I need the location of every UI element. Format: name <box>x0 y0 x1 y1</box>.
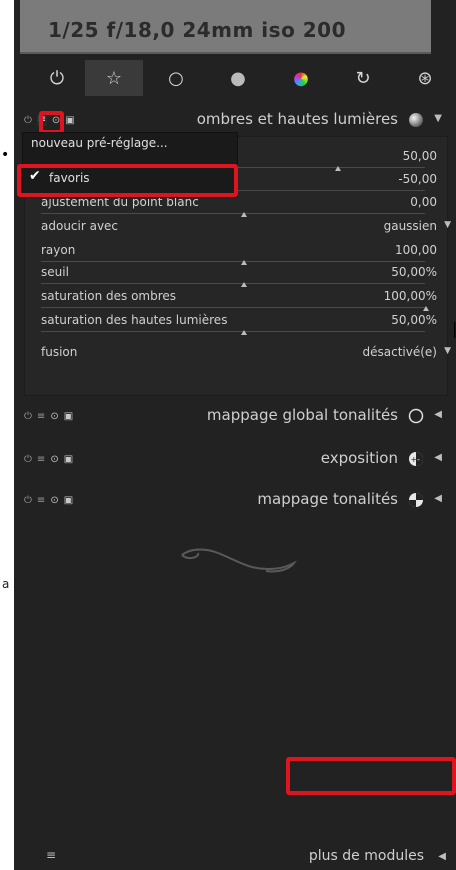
slider-track <box>41 283 425 284</box>
param-value: -50,00 <box>398 172 437 186</box>
expand-arrow-icon[interactable]: ◀ <box>434 409 442 420</box>
edge-mark: | <box>452 319 456 338</box>
slider-track <box>41 307 425 308</box>
tab-color[interactable]: ● <box>272 60 330 96</box>
image-info-bar: 1/25 f/18,0 24mm iso 200 <box>20 0 431 54</box>
param-value: 100,00% <box>383 289 437 303</box>
param-shadow-saturation[interactable]: saturation des ombres 100,00% <box>41 287 437 311</box>
collapse-arrow-icon[interactable]: ▼ <box>434 113 442 124</box>
tab-tone[interactable]: ● <box>209 60 267 96</box>
power-icon[interactable]: ⏻ <box>24 411 32 422</box>
menu-icon[interactable]: ≡ <box>46 848 56 862</box>
rotate-icon: ↻ <box>355 67 371 89</box>
param-highlight-saturation[interactable]: saturation des hautes lumières 50,00% <box>41 311 437 335</box>
module-header-global-tonemap[interactable]: ⏻ ≡ ⊙ ▣ mappage global tonalités ◀ <box>24 402 446 430</box>
highlight-presets-button <box>39 111 64 134</box>
effect-icon: ⊛ <box>417 67 433 89</box>
sphere-icon <box>409 113 423 127</box>
dropdown-arrow-icon: ▼ <box>444 220 451 230</box>
multi-instance-icon[interactable]: ▣ <box>65 115 74 126</box>
power-icon: ⏻ <box>49 67 65 89</box>
highlight-favorites-item <box>17 164 238 197</box>
svg-text:-: - <box>417 455 420 464</box>
dropdown-arrow-icon: ▼ <box>444 346 451 356</box>
circle-icon <box>408 408 424 424</box>
module-name: ombres et hautes lumières <box>196 110 398 128</box>
edge-mark: • <box>1 147 10 163</box>
param-radius[interactable]: rayon 100,00 <box>41 241 437 265</box>
edge-mark: a <box>2 577 10 591</box>
param-label: saturation des ombres <box>41 289 177 303</box>
reset-icon[interactable]: ⊙ <box>50 411 58 422</box>
param-label: adoucir avec <box>41 219 119 233</box>
param-label: saturation des hautes lumières <box>41 313 228 327</box>
power-icon[interactable]: ⏻ <box>24 454 32 465</box>
param-value: 50,00% <box>391 313 437 327</box>
highlight-empty-area <box>286 757 456 795</box>
param-label: seuil <box>41 265 69 279</box>
module-header-exposure[interactable]: ⏻ ≡ ⊙ ▣ exposition + - ◀ <box>24 445 446 473</box>
ornament-divider-icon <box>181 548 297 573</box>
param-value: gaussien <box>383 219 437 233</box>
param-soften-with[interactable]: adoucir avec gaussien ▼ <box>41 217 451 239</box>
module-name: exposition <box>320 449 398 467</box>
module-header-shadows-highlights[interactable]: ⏻ ≡ ⊙ ▣ ombres et hautes lumières ▼ <box>24 106 446 134</box>
expand-arrow-icon[interactable]: ◀ <box>438 851 446 862</box>
reset-icon[interactable]: ⊙ <box>50 454 58 465</box>
slider-track <box>41 213 425 214</box>
menu-item-new-preset[interactable]: nouveau pré-réglage... <box>31 136 168 150</box>
star-icon: ☆ <box>105 67 123 89</box>
reset-icon[interactable]: ⊙ <box>50 495 58 506</box>
param-value: 0,00 <box>410 195 437 209</box>
presets-menu-icon[interactable]: ≡ <box>37 411 45 422</box>
color-sphere-icon: ● <box>293 67 309 89</box>
multi-instance-icon[interactable]: ▣ <box>64 454 73 465</box>
exposure-icon: + - <box>409 452 423 466</box>
slider-track <box>41 331 425 332</box>
module-header-tonemap[interactable]: ⏻ ≡ ⊙ ▣ mappage tonalités ◀ <box>24 486 446 514</box>
presets-menu-icon[interactable]: ≡ <box>37 454 45 465</box>
param-label: rayon <box>41 243 76 257</box>
gray-sphere-icon: ● <box>230 67 246 89</box>
module-name: mappage tonalités <box>257 490 398 508</box>
slider-thumb[interactable] <box>241 330 247 335</box>
param-value: désactivé(e) <box>362 345 437 359</box>
circle-outline-icon: ○ <box>168 67 184 89</box>
more-modules-button[interactable]: plus de modules <box>309 848 424 864</box>
tab-base[interactable]: ○ <box>147 60 205 96</box>
tab-effect[interactable]: ⊛ <box>396 60 454 96</box>
presets-menu-icon[interactable]: ≡ <box>37 495 45 506</box>
tab-power[interactable]: ⏻ <box>28 60 86 96</box>
multi-instance-icon[interactable]: ▣ <box>64 411 73 422</box>
param-value: 50,00% <box>391 265 437 279</box>
param-value: 50,00 <box>402 149 437 163</box>
expand-arrow-icon[interactable]: ◀ <box>434 493 442 504</box>
image-info-text: 1/25 f/18,0 24mm iso 200 <box>48 18 347 42</box>
power-icon[interactable]: ⏻ <box>24 495 32 506</box>
power-icon[interactable]: ⏻ <box>24 115 32 126</box>
multi-instance-icon[interactable]: ▣ <box>64 495 73 506</box>
param-label: fusion <box>41 345 78 359</box>
footer-bar: ≡ plus de modules ◀ <box>14 842 456 870</box>
module-name: mappage global tonalités <box>206 406 398 424</box>
expand-arrow-icon[interactable]: ◀ <box>434 452 442 463</box>
tonemap-icon <box>409 493 423 507</box>
slider-track <box>41 261 425 262</box>
param-threshold[interactable]: seuil 50,00% <box>41 263 437 287</box>
param-blend[interactable]: fusion désactivé(e) ▼ <box>41 343 451 365</box>
tab-correct[interactable]: ↻ <box>334 60 392 96</box>
param-value: 100,00 <box>395 243 437 257</box>
tab-favorites[interactable]: ☆ <box>85 60 143 96</box>
module-group-tabs: ⏻ ☆ ○ ● ● ↻ ⊛ <box>14 60 456 98</box>
